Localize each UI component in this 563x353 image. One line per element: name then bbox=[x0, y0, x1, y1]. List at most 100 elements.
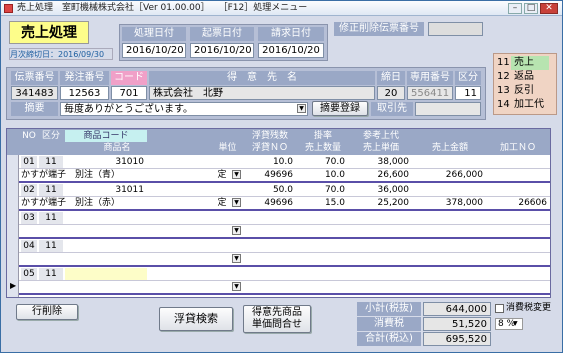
edit-slip-label: 修正削除伝票番号 bbox=[334, 22, 424, 36]
chevron-down-icon[interactable]: ▼ bbox=[232, 282, 241, 291]
cell-qty[interactable]: 15.0 bbox=[298, 197, 348, 209]
chevron-down-icon[interactable]: ▼ bbox=[297, 104, 306, 113]
tax-rate-select[interactable]: 8 % bbox=[495, 318, 523, 330]
cell-price[interactable]: 25,200 bbox=[350, 197, 412, 209]
category-input[interactable]: 11 bbox=[455, 86, 481, 100]
supplier-input[interactable] bbox=[415, 102, 481, 116]
chevron-down-icon[interactable]: ▼ bbox=[232, 198, 241, 207]
window-title: 売上処理 室町機械株式会社［Ver 01.00.00］ ［F12］処理メニュー bbox=[17, 3, 308, 13]
cell-price[interactable]: 26,600 bbox=[350, 169, 412, 181]
float-search-button[interactable]: 浮貸検索 bbox=[159, 307, 233, 331]
tax-change-checkbox[interactable] bbox=[495, 304, 504, 313]
cell-jodai[interactable]: 36,000 bbox=[350, 184, 412, 196]
col-rate: 掛率 bbox=[313, 131, 332, 141]
col-amount: 売上金額 bbox=[431, 143, 468, 153]
table-row[interactable] bbox=[19, 239, 550, 267]
menu-item-tanbiki[interactable]: 13 反引 bbox=[497, 84, 553, 98]
summary-register-button[interactable]: 摘要登録 bbox=[312, 101, 368, 116]
delete-row-button[interactable]: 行削除 bbox=[16, 304, 78, 320]
menu-label: 加工代 bbox=[514, 99, 544, 110]
col-float-remaining: 浮貸残数 bbox=[251, 131, 288, 141]
cell-kubun[interactable]: 11 bbox=[39, 184, 63, 196]
cell-fno[interactable]: 49696 bbox=[244, 169, 296, 181]
menu-num: 11 bbox=[497, 57, 510, 68]
cell-zan[interactable]: 50.0 bbox=[244, 184, 296, 196]
cell-fno[interactable]: 49696 bbox=[244, 197, 296, 209]
table-row[interactable] bbox=[19, 211, 550, 239]
row-divider bbox=[19, 280, 550, 281]
col-qty: 売上数量 bbox=[304, 143, 341, 153]
category-header: 区分 bbox=[455, 71, 481, 85]
slip-number-header: 伝票番号 bbox=[11, 71, 58, 85]
order-number-header: 発注番号 bbox=[60, 71, 109, 85]
cell-no[interactable]: 01 bbox=[21, 156, 37, 168]
chevron-down-icon[interactable]: ▼ bbox=[513, 319, 518, 329]
close-button[interactable]: ✕ bbox=[540, 3, 558, 14]
cell-unit[interactable]: 定 bbox=[213, 169, 231, 181]
col-unit: 単位 bbox=[218, 143, 237, 153]
subtotal-value: 644,000 bbox=[423, 302, 491, 316]
cell-name[interactable]: かすが端子 別注（赤） bbox=[21, 197, 213, 209]
cell-jodai[interactable]: 38,000 bbox=[350, 156, 412, 168]
chevron-down-icon[interactable]: ▼ bbox=[232, 254, 241, 263]
cell-kubun[interactable]: 11 bbox=[39, 212, 63, 224]
cell-no[interactable]: 04 bbox=[21, 240, 37, 252]
cell-kakou[interactable]: 26606 bbox=[488, 197, 550, 209]
menu-label: 返品 bbox=[514, 71, 534, 82]
active-cell[interactable] bbox=[65, 268, 147, 280]
button-line: 単価問合せ bbox=[252, 319, 302, 330]
cell-kubun[interactable]: 11 bbox=[39, 268, 63, 280]
dedicated-number-value: 556411 bbox=[407, 86, 453, 100]
row-divider bbox=[19, 252, 550, 253]
chevron-down-icon[interactable]: ▼ bbox=[232, 226, 241, 235]
title-bar: 売上処理 室町機械株式会社［Ver 01.00.00］ ［F12］処理メニュー … bbox=[1, 1, 562, 16]
col-ref-price: 参考上代 bbox=[362, 131, 399, 141]
customer-price-inquiry-button[interactable]: 得意先商品 単価問合せ bbox=[243, 305, 311, 333]
button-line: 得意先商品 bbox=[252, 307, 302, 318]
cell-no[interactable]: 05 bbox=[21, 268, 37, 280]
cell-code[interactable]: 31010 bbox=[65, 156, 147, 168]
cell-amount[interactable]: 266,000 bbox=[414, 169, 486, 181]
edit-slip-input[interactable] bbox=[428, 22, 483, 36]
order-number-input[interactable]: 12563 bbox=[60, 86, 109, 100]
menu-num: 14 bbox=[497, 99, 510, 110]
menu-item-henpin[interactable]: 12 返品 bbox=[497, 70, 553, 84]
customer-code-input[interactable]: 701 bbox=[111, 86, 147, 100]
cell-no[interactable]: 03 bbox=[21, 212, 37, 224]
process-date-field[interactable]: 2016/10/20 bbox=[122, 43, 186, 58]
cell-kubun[interactable]: 11 bbox=[39, 240, 63, 252]
cell-qty[interactable]: 10.0 bbox=[298, 169, 348, 181]
summary-input[interactable]: 毎度ありがとうございます。 bbox=[60, 102, 308, 116]
cell-rate[interactable]: 70.0 bbox=[298, 156, 348, 168]
col-product-code: 商品コード bbox=[65, 130, 147, 142]
closing-day-value: 20 bbox=[377, 86, 405, 100]
cell-no[interactable]: 02 bbox=[21, 184, 37, 196]
screen-title: 売上処理 bbox=[9, 21, 89, 44]
code-header: コード bbox=[111, 71, 147, 85]
menu-num: 12 bbox=[497, 71, 510, 82]
current-row-pointer-icon: ▶ bbox=[10, 281, 17, 290]
tax-change-label: 消費税変更 bbox=[506, 303, 552, 313]
cell-zan[interactable]: 10.0 bbox=[244, 156, 296, 168]
menu-item-uriage[interactable]: 11 売上 bbox=[497, 56, 553, 70]
minimize-button[interactable]: – bbox=[508, 3, 522, 14]
slip-number-value: 341483 bbox=[11, 86, 58, 100]
cell-kubun[interactable]: 11 bbox=[39, 156, 63, 168]
col-float-no: 浮貸ＮＯ bbox=[251, 143, 288, 153]
cell-code[interactable]: 31011 bbox=[65, 184, 147, 196]
billing-date-field[interactable]: 2016/10/20 bbox=[258, 43, 324, 58]
col-unit-price: 売上単価 bbox=[362, 143, 399, 153]
col-kubun: 区分 bbox=[41, 131, 60, 141]
menu-label: 売上 bbox=[511, 56, 549, 70]
maximize-button[interactable]: □ bbox=[524, 3, 538, 14]
entry-date-field[interactable]: 2016/10/20 bbox=[190, 43, 254, 58]
cell-amount[interactable]: 378,000 bbox=[414, 197, 486, 209]
cell-rate[interactable]: 70.0 bbox=[298, 184, 348, 196]
total-value: 695,520 bbox=[423, 332, 491, 346]
menu-item-kakoudai[interactable]: 14 加工代 bbox=[497, 98, 553, 112]
row-selector-strip bbox=[7, 155, 19, 297]
summary-label: 摘要 bbox=[11, 102, 58, 116]
cell-unit[interactable]: 定 bbox=[213, 197, 231, 209]
chevron-down-icon[interactable]: ▼ bbox=[232, 170, 241, 179]
cell-name[interactable]: かすが端子 別注（青） bbox=[21, 169, 213, 181]
